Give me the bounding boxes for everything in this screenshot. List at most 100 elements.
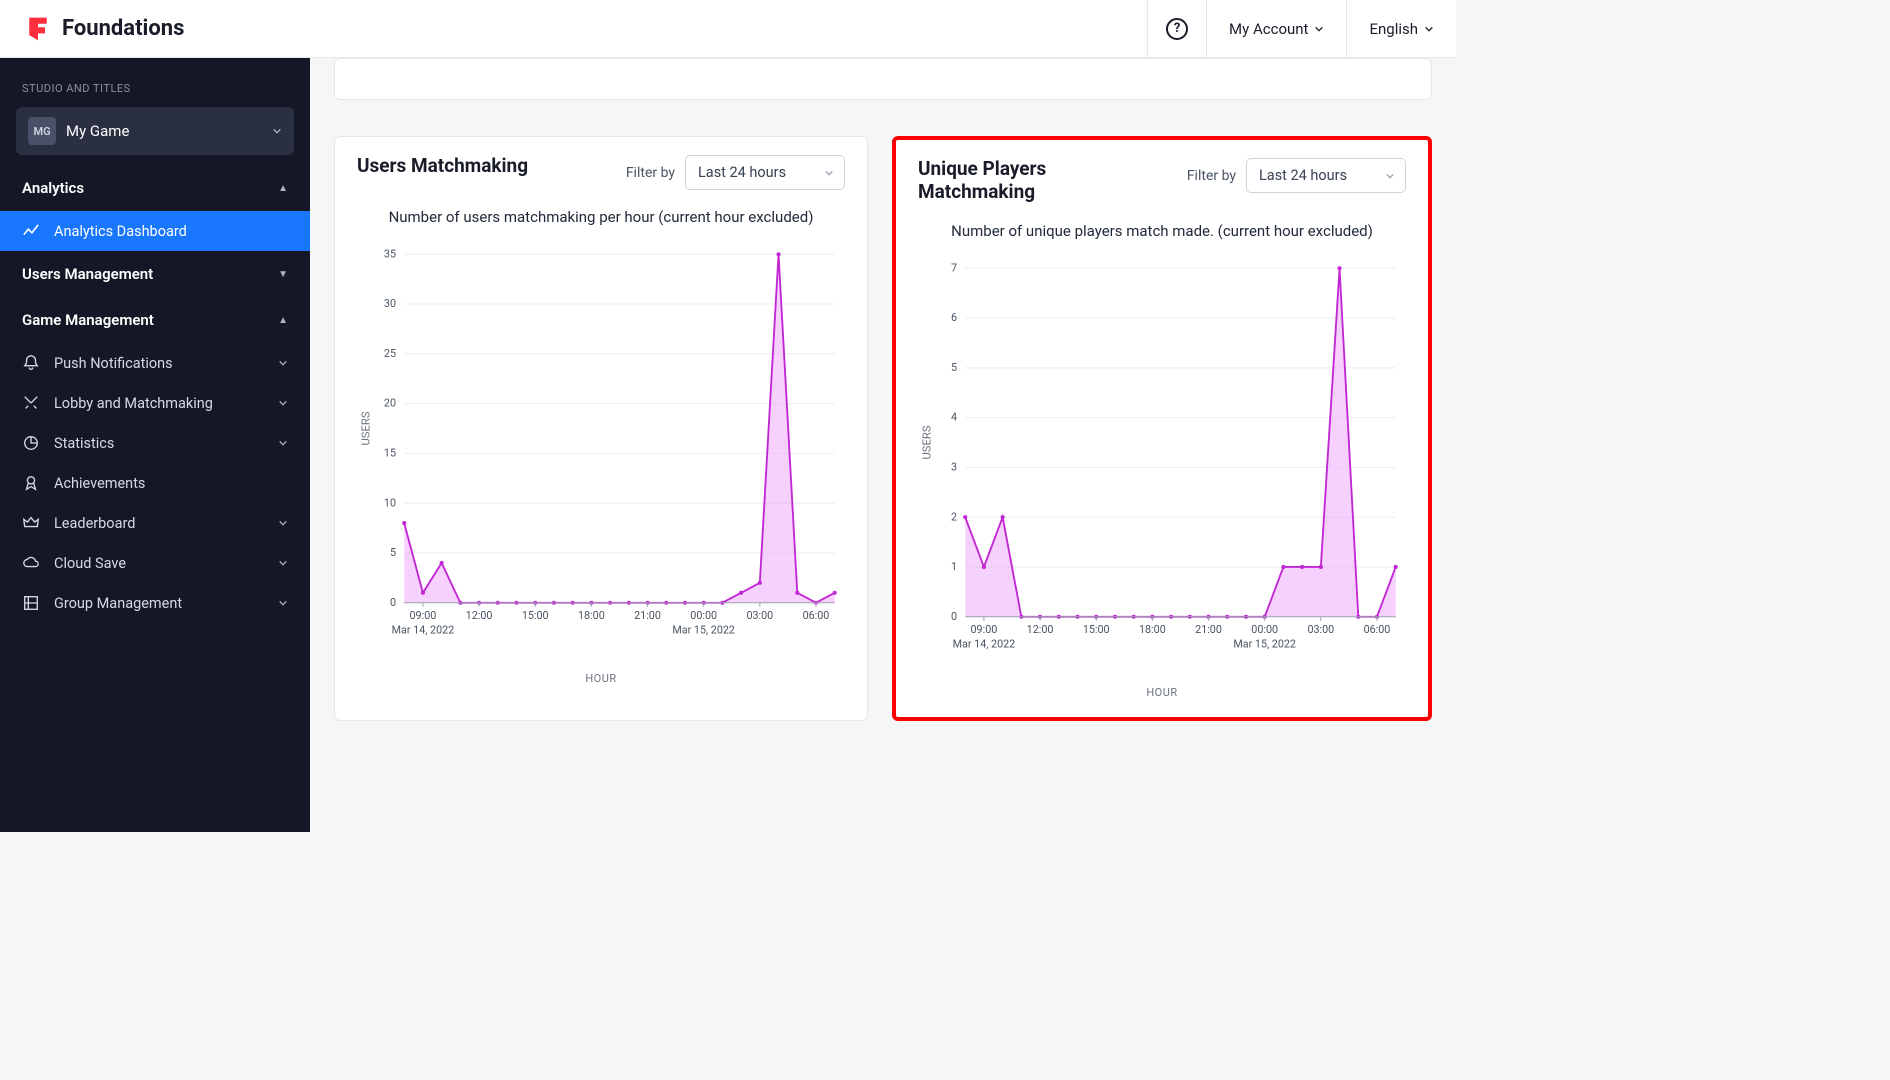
- svg-text:Mar 14, 2022: Mar 14, 2022: [953, 637, 1016, 650]
- svg-text:35: 35: [384, 247, 396, 260]
- svg-text:03:00: 03:00: [1307, 623, 1334, 636]
- game-name: My Game: [66, 122, 262, 140]
- svg-text:06:00: 06:00: [803, 609, 830, 622]
- svg-text:00:00: 00:00: [1251, 623, 1278, 636]
- caret-up-icon: ▲: [278, 315, 288, 326]
- nav-section-game-mgmt[interactable]: Game Management ▲: [0, 297, 310, 343]
- svg-text:10: 10: [384, 496, 396, 509]
- svg-text:0: 0: [390, 596, 396, 609]
- svg-text:12:00: 12:00: [1027, 623, 1054, 636]
- svg-text:0: 0: [951, 609, 957, 622]
- panel-unique-players-matchmaking: Unique Players Matchmaking Filter by Las…: [892, 136, 1432, 721]
- svg-text:15:00: 15:00: [522, 609, 549, 622]
- game-badge: MG: [28, 117, 56, 145]
- svg-text:USERS: USERS: [359, 411, 372, 445]
- pie-icon: [22, 434, 40, 452]
- nav-lobby-matchmaking[interactable]: Lobby and Matchmaking: [0, 383, 310, 423]
- nav-section-analytics[interactable]: Analytics ▲: [0, 165, 310, 211]
- nav-leaderboard[interactable]: Leaderboard: [0, 503, 310, 543]
- chart-users-matchmaking: 0 5 10 15 20 25 30 35 09:00 12:00 15:00 18:00 21:00 0…: [355, 244, 847, 654]
- chevron-down-icon: [278, 598, 288, 608]
- chevron-down-icon: [1385, 171, 1395, 181]
- x-axis-caption: HOUR: [896, 686, 1428, 717]
- svg-text:5: 5: [390, 546, 396, 559]
- swords-icon: [22, 394, 40, 412]
- x-axis-caption: HOUR: [335, 672, 867, 703]
- svg-text:Mar 15, 2022: Mar 15, 2022: [672, 624, 735, 637]
- game-selector[interactable]: MG My Game: [16, 107, 294, 155]
- svg-text:25: 25: [384, 347, 396, 360]
- svg-text:21:00: 21:00: [634, 609, 661, 622]
- chevron-down-icon: [278, 518, 288, 528]
- nav-group-management[interactable]: Group Management: [0, 583, 310, 623]
- panel-title: Users Matchmaking: [357, 155, 528, 178]
- chevron-down-icon: [278, 358, 288, 368]
- panel-subtitle: Number of unique players match made. (cu…: [896, 218, 1428, 250]
- svg-text:4: 4: [951, 410, 957, 423]
- filter-label: Filter by: [626, 165, 675, 181]
- svg-text:Mar 14, 2022: Mar 14, 2022: [392, 624, 455, 637]
- chevron-down-icon: [1424, 24, 1434, 34]
- svg-text:7: 7: [951, 261, 957, 274]
- nav-cloud-save[interactable]: Cloud Save: [0, 543, 310, 583]
- language-label: English: [1369, 20, 1418, 38]
- chevron-down-icon: [1314, 24, 1324, 34]
- sidebar: STUDIO AND TITLES MG My Game Analytics ▲…: [0, 58, 310, 832]
- svg-text:21:00: 21:00: [1195, 623, 1222, 636]
- svg-text:Mar 15, 2022: Mar 15, 2022: [1233, 637, 1296, 650]
- svg-text:6: 6: [951, 311, 957, 324]
- svg-text:12:00: 12:00: [466, 609, 493, 622]
- medal-icon: [22, 474, 40, 492]
- caret-down-icon: ▼: [278, 269, 288, 280]
- top-actions: ? My Account English: [1147, 0, 1456, 57]
- nav-section-users[interactable]: Users Management ▼: [0, 251, 310, 297]
- topbar: Foundations ? My Account English: [0, 0, 1456, 58]
- cloud-icon: [22, 554, 40, 572]
- filter-select[interactable]: Last 24 hours: [1246, 158, 1406, 193]
- panel-users-matchmaking: Users Matchmaking Filter by Last 24 hour…: [334, 136, 868, 721]
- nav-analytics-dashboard[interactable]: Analytics Dashboard: [0, 211, 310, 251]
- nav-statistics[interactable]: Statistics: [0, 423, 310, 463]
- caret-up-icon: ▲: [278, 183, 288, 194]
- panel-title: Unique Players Matchmaking: [918, 158, 1158, 204]
- upper-card: [334, 58, 1432, 100]
- svg-text:09:00: 09:00: [971, 623, 998, 636]
- crown-icon: [22, 514, 40, 532]
- nav-push-notifications[interactable]: Push Notifications: [0, 343, 310, 383]
- nav-achievements[interactable]: Achievements: [0, 463, 310, 503]
- brand: Foundations: [24, 15, 184, 43]
- svg-text:30: 30: [384, 297, 396, 310]
- help-icon: ?: [1166, 18, 1188, 40]
- svg-text:09:00: 09:00: [410, 609, 437, 622]
- main-content: Users Matchmaking Filter by Last 24 hour…: [310, 58, 1456, 832]
- svg-text:USERS: USERS: [920, 425, 933, 459]
- language-menu[interactable]: English: [1346, 0, 1456, 57]
- trend-icon: [22, 222, 40, 240]
- account-menu[interactable]: My Account: [1206, 0, 1346, 57]
- svg-text:15:00: 15:00: [1083, 623, 1110, 636]
- chevron-down-icon: [824, 168, 834, 178]
- svg-text:15: 15: [384, 446, 396, 459]
- chevron-down-icon: [278, 398, 288, 408]
- svg-text:03:00: 03:00: [746, 609, 773, 622]
- group-icon: [22, 594, 40, 612]
- chart-unique-players: 0123456709:0012:0015:0018:0021:0000:0003…: [916, 258, 1408, 668]
- svg-text:20: 20: [384, 397, 396, 410]
- svg-text:3: 3: [951, 460, 957, 473]
- panel-subtitle: Number of users matchmaking per hour (cu…: [335, 204, 867, 236]
- chevron-down-icon: [278, 438, 288, 448]
- brand-name: Foundations: [62, 16, 184, 41]
- svg-text:18:00: 18:00: [1139, 623, 1166, 636]
- svg-text:06:00: 06:00: [1364, 623, 1391, 636]
- svg-text:1: 1: [951, 560, 957, 573]
- svg-text:5: 5: [951, 360, 957, 373]
- sidebar-section-label: STUDIO AND TITLES: [0, 72, 310, 103]
- svg-text:18:00: 18:00: [578, 609, 605, 622]
- filter-label: Filter by: [1187, 168, 1236, 184]
- bell-icon: [22, 354, 40, 372]
- help-button[interactable]: ?: [1147, 0, 1206, 57]
- chevron-down-icon: [278, 558, 288, 568]
- chevron-down-icon: [272, 126, 282, 136]
- filter-select[interactable]: Last 24 hours: [685, 155, 845, 190]
- svg-text:00:00: 00:00: [690, 609, 717, 622]
